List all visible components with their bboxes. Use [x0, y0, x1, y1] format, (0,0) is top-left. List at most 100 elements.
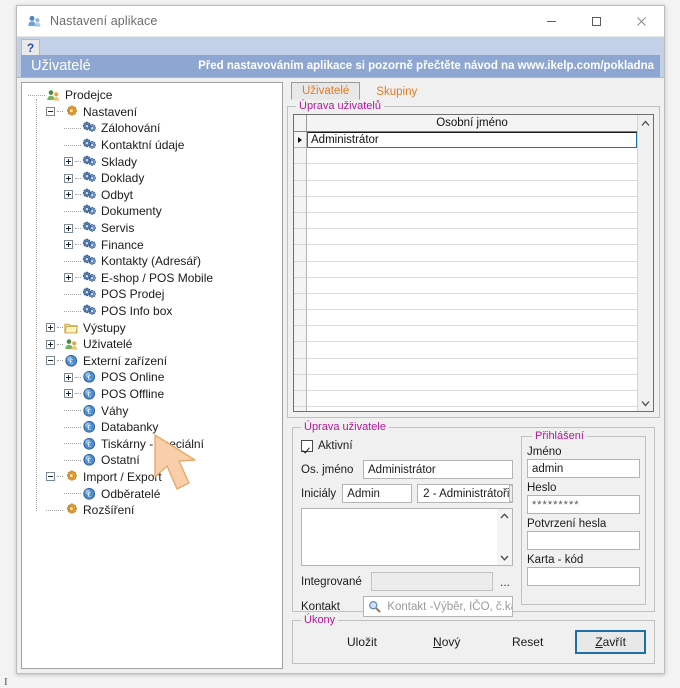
tree-expand-icon[interactable] — [64, 174, 73, 183]
integrated-input[interactable] — [371, 572, 493, 591]
help-button[interactable]: ? — [21, 39, 40, 55]
tree-expand-icon[interactable] — [64, 273, 73, 282]
tree-expand-icon[interactable] — [64, 373, 73, 382]
tree-expand-icon[interactable] — [64, 389, 73, 398]
table-row-empty[interactable] — [294, 197, 637, 213]
new-button[interactable]: Nový — [425, 632, 468, 652]
tree-collapse-icon[interactable] — [46, 356, 55, 365]
table-cell-empty[interactable] — [307, 294, 637, 310]
password-input[interactable]: ********* — [527, 495, 640, 514]
initials-input[interactable]: Admin — [342, 484, 412, 503]
tree-item-extern-za-zen[interactable]: €Externí zařízení — [22, 353, 282, 370]
minimize-button[interactable] — [529, 6, 574, 37]
tree-expand-icon[interactable] — [64, 224, 73, 233]
tab-groups[interactable]: Skupiny — [366, 84, 427, 100]
close-button[interactable] — [619, 6, 664, 37]
tree-item-prodejce[interactable]: Prodejce — [22, 87, 282, 104]
save-button[interactable]: Uložit — [339, 632, 385, 652]
table-row-empty[interactable] — [294, 326, 637, 342]
table-cell-empty[interactable] — [307, 245, 637, 261]
tree-item-doklady[interactable]: Doklady — [22, 170, 282, 187]
table-cell-empty[interactable] — [307, 391, 637, 407]
tree-item-servis[interactable]: Servis — [22, 220, 282, 237]
table-cell-empty[interactable] — [307, 148, 637, 164]
tree-item-v-stupy[interactable]: Výstupy — [22, 319, 282, 336]
active-checkbox-row[interactable]: Aktivní — [301, 438, 513, 454]
table-row-empty[interactable] — [294, 181, 637, 197]
table-row-empty[interactable] — [294, 342, 637, 358]
active-checkbox[interactable] — [301, 440, 313, 452]
table-row[interactable]: Administrátor — [294, 132, 637, 148]
grid-column-header-name[interactable]: Osobní jméno — [307, 115, 637, 131]
table-row-empty[interactable] — [294, 359, 637, 375]
table-cell-empty[interactable] — [307, 278, 637, 294]
tree-item-dokumenty[interactable]: Dokumenty — [22, 203, 282, 220]
table-row-empty[interactable] — [294, 294, 637, 310]
table-cell-name[interactable]: Administrátor — [307, 132, 637, 148]
tree-item-sklady[interactable]: Sklady — [22, 153, 282, 170]
note-scroll-up-icon[interactable] — [500, 509, 509, 523]
table-cell-empty[interactable] — [307, 359, 637, 375]
table-row-empty[interactable] — [294, 375, 637, 391]
contact-search-input[interactable]: Kontakt -Výběr, IČO, č.karty — [363, 596, 513, 617]
table-row-empty[interactable] — [294, 310, 637, 326]
reset-button[interactable]: Reset — [504, 632, 551, 652]
tree-item-v-hy[interactable]: €Váhy — [22, 402, 282, 419]
table-row-empty[interactable] — [294, 407, 637, 411]
tree-item-roz-en[interactable]: Rozšíření — [22, 502, 282, 519]
table-cell-empty[interactable] — [307, 342, 637, 358]
table-cell-empty[interactable] — [307, 407, 637, 411]
tab-users[interactable]: Uživatelé — [291, 82, 360, 100]
tree-expand-icon[interactable] — [64, 157, 73, 166]
tree-item-ostatn[interactable]: €Ostatní — [22, 452, 282, 469]
tree-item-import-export[interactable]: Import / Export — [22, 469, 282, 486]
table-row-empty[interactable] — [294, 391, 637, 407]
card-code-input[interactable] — [527, 567, 640, 586]
scroll-up-icon[interactable] — [638, 115, 654, 131]
tree-item-pos-info-box[interactable]: POS Info box — [22, 303, 282, 320]
note-scroll-down-icon[interactable] — [500, 551, 509, 565]
tree-item-databanky[interactable]: €Databanky — [22, 419, 282, 436]
tree-expand-icon[interactable] — [64, 190, 73, 199]
tree-item-e-shop-pos-mobile[interactable]: E-shop / POS Mobile — [22, 270, 282, 287]
tree-item-pos-online[interactable]: €POS Online — [22, 369, 282, 386]
scrollbar-track[interactable] — [638, 131, 654, 395]
tree-item-pos-prodej[interactable]: POS Prodej — [22, 286, 282, 303]
tree-item-kontaktn-daje[interactable]: Kontaktní údaje — [22, 137, 282, 154]
table-row-empty[interactable] — [294, 164, 637, 180]
table-cell-empty[interactable] — [307, 213, 637, 229]
tree-item-u-ivatel[interactable]: Uživatelé — [22, 336, 282, 353]
table-cell-empty[interactable] — [307, 310, 637, 326]
table-row-empty[interactable] — [294, 262, 637, 278]
users-grid[interactable]: Osobní jméno Administrátor — [293, 114, 654, 412]
integrated-browse-button[interactable]: ... — [497, 576, 513, 588]
tree-collapse-icon[interactable] — [46, 472, 55, 481]
tree-expand-icon[interactable] — [46, 340, 55, 349]
table-cell-empty[interactable] — [307, 164, 637, 180]
table-cell-empty[interactable] — [307, 181, 637, 197]
settings-tree[interactable]: ProdejceNastaveníZálohováníKontaktní úda… — [21, 82, 283, 669]
table-row-empty[interactable] — [294, 148, 637, 164]
table-cell-empty[interactable] — [307, 229, 637, 245]
note-scrollbar[interactable] — [497, 509, 512, 565]
tree-item-pos-offline[interactable]: €POS Offline — [22, 386, 282, 403]
password-confirm-input[interactable] — [527, 531, 640, 550]
person-name-input[interactable]: Administrátor — [363, 460, 513, 479]
close-dialog-button[interactable]: Zavřít — [575, 630, 646, 654]
tree-item-z-lohov-n[interactable]: Zálohování — [22, 120, 282, 137]
tree-item-odb-ratel[interactable]: €Odběratelé — [22, 485, 282, 502]
tree-item-tisk-rny-speci-ln[interactable]: €Tiskárny - speciální — [22, 435, 282, 452]
table-row-empty[interactable] — [294, 213, 637, 229]
tree-item-odbyt[interactable]: Odbyt — [22, 187, 282, 204]
tree-collapse-icon[interactable] — [46, 107, 55, 116]
note-textarea-value[interactable] — [302, 509, 497, 565]
grid-vertical-scrollbar[interactable] — [637, 115, 653, 411]
tree-expand-icon[interactable] — [64, 240, 73, 249]
scroll-down-icon[interactable] — [638, 395, 654, 411]
chevron-down-icon[interactable] — [509, 485, 513, 502]
tree-item-finance[interactable]: Finance — [22, 236, 282, 253]
table-row-empty[interactable] — [294, 278, 637, 294]
tree-expand-icon[interactable] — [46, 323, 55, 332]
maximize-button[interactable] — [574, 6, 619, 37]
table-cell-empty[interactable] — [307, 197, 637, 213]
